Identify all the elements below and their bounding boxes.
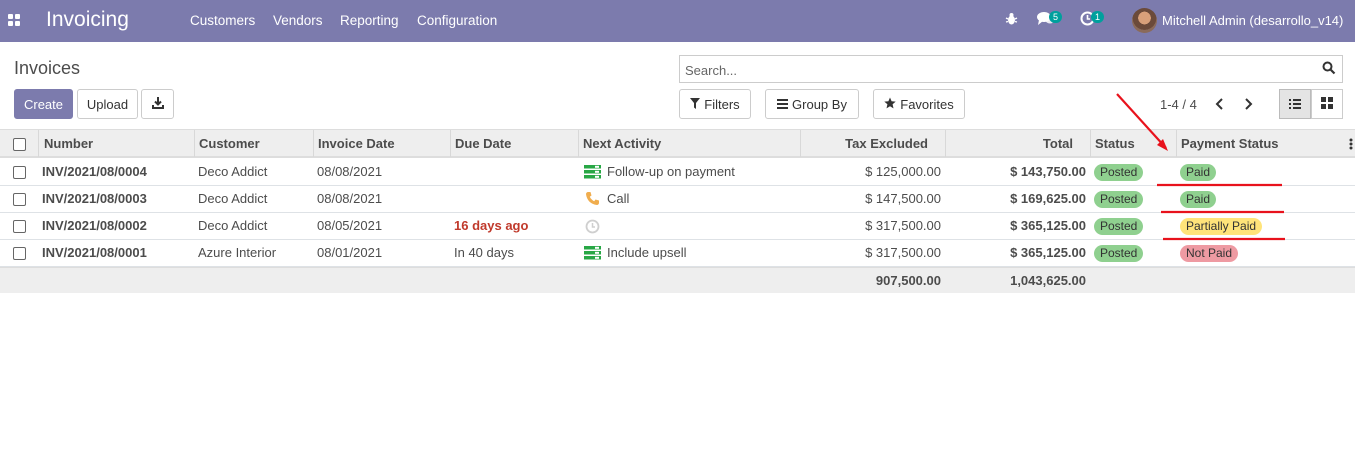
tax-excluded: $ 317,500.00 [865, 218, 941, 233]
apps-menu-icon[interactable] [8, 14, 20, 26]
filter-icon [690, 97, 701, 112]
col-invoice-date[interactable]: Invoice Date [318, 130, 395, 157]
star-icon [884, 97, 896, 112]
activity-bars-icon[interactable] [584, 246, 601, 263]
col-payment-status[interactable]: Payment Status [1181, 130, 1279, 157]
status-badge: Posted [1094, 218, 1144, 236]
invoice-date: 08/08/2021 [317, 191, 383, 206]
pager-value[interactable]: 1-4 / 4 [1160, 97, 1197, 112]
row-checkbox[interactable] [13, 193, 26, 206]
customer-name: Azure Interior [198, 245, 277, 260]
col-customer[interactable]: Customer [199, 130, 260, 157]
invoice-date: 08/08/2021 [317, 164, 383, 179]
search-input[interactable] [685, 61, 1305, 79]
invoice-date: 08/05/2021 [317, 218, 383, 233]
payment-status-badge: Paid [1180, 191, 1217, 209]
next-activity: Include upsell [607, 245, 687, 260]
groupby-label: Group By [792, 96, 847, 112]
total-sum: 1,043,625.00 [1010, 273, 1086, 288]
total-amount: $ 169,625.00 [1010, 191, 1086, 206]
tax-excluded: $ 125,000.00 [865, 164, 941, 179]
payment-status-badge: Paid [1180, 164, 1217, 182]
menu-configuration[interactable]: Configuration [417, 13, 497, 28]
status-badge: Posted [1094, 164, 1144, 182]
activity-phone-icon[interactable] [585, 191, 600, 209]
activity-bars-icon[interactable] [584, 165, 601, 182]
groupby-button[interactable]: Group By [765, 89, 859, 119]
payment-status-badge: Partially Paid [1180, 218, 1263, 236]
due-date: In 40 days [454, 245, 514, 260]
upload-button[interactable]: Upload [77, 89, 138, 119]
invoice-number: INV/2021/08/0002 [42, 218, 147, 233]
chevron-left-icon[interactable] [1215, 98, 1225, 113]
next-activity: Call [607, 191, 630, 206]
total-amount: $ 365,125.00 [1010, 218, 1086, 233]
bug-icon[interactable] [1005, 12, 1018, 29]
menu-vendors[interactable]: Vendors [273, 13, 323, 28]
table-row[interactable]: INV/2021/08/0001 Azure Interior 08/01/20… [0, 240, 1355, 267]
user-avatar[interactable] [1132, 8, 1157, 33]
tax-excluded: $ 317,500.00 [865, 245, 941, 260]
status-badge: Posted [1094, 191, 1144, 209]
tax-excluded-sum: 907,500.00 [875, 273, 941, 288]
col-status[interactable]: Status [1095, 130, 1135, 157]
col-next-activity[interactable]: Next Activity [583, 130, 661, 157]
due-date: 16 days ago [454, 218, 529, 233]
next-activity: Follow-up on payment [607, 164, 735, 179]
app-brand[interactable]: Invoicing [46, 8, 129, 32]
col-tax-excluded[interactable]: Tax Excluded [805, 130, 928, 157]
menu-reporting[interactable]: Reporting [340, 13, 399, 28]
customer-name: Deco Addict [198, 191, 268, 206]
page-title: Invoices [14, 58, 81, 78]
customer-name: Deco Addict [198, 164, 268, 179]
col-total[interactable]: Total [950, 130, 1073, 157]
table-row[interactable]: INV/2021/08/0004 Deco Addict 08/08/2021 … [0, 159, 1355, 186]
optional-columns-icon[interactable] [1349, 138, 1353, 153]
col-due-date[interactable]: Due Date [455, 130, 511, 157]
list-view-button[interactable] [1279, 89, 1311, 119]
kanban-view-icon [1321, 96, 1333, 112]
table-row[interactable]: INV/2021/08/0002 Deco Addict 08/05/2021 … [0, 213, 1355, 240]
kanban-view-button[interactable] [1311, 89, 1343, 119]
col-number[interactable]: Number [44, 130, 93, 157]
download-icon [151, 96, 164, 112]
list-view-icon [1289, 97, 1301, 112]
top-navbar: Invoicing Customers Vendors Reporting Co… [0, 0, 1355, 42]
menu-customers[interactable]: Customers [190, 13, 255, 28]
messages-count-badge: 5 [1049, 11, 1063, 23]
table-header: Number Customer Invoice Date Due Date Ne… [0, 129, 1355, 158]
activity-clock-icon[interactable] [585, 219, 600, 237]
filters-button[interactable]: Filters [679, 89, 751, 119]
customer-name: Deco Addict [198, 218, 268, 233]
favorites-label: Favorites [900, 96, 954, 112]
chevron-right-icon[interactable] [1243, 98, 1253, 113]
activities-count-badge: 1 [1091, 11, 1105, 23]
table-footer-totals: 907,500.00 1,043,625.00 [0, 267, 1355, 293]
create-button[interactable]: Create [14, 89, 73, 119]
row-checkbox[interactable] [13, 247, 26, 260]
payment-status-badge: Not Paid [1180, 245, 1239, 263]
search-icon[interactable] [1322, 61, 1336, 78]
search-box [679, 55, 1343, 83]
user-menu[interactable]: Mitchell Admin (desarrollo_v14) [1162, 13, 1343, 28]
row-checkbox[interactable] [13, 166, 26, 179]
list-bars-icon [777, 97, 789, 112]
invoice-number: INV/2021/08/0001 [42, 245, 147, 260]
status-badge: Posted [1094, 245, 1144, 263]
tax-excluded: $ 147,500.00 [865, 191, 941, 206]
download-button[interactable] [141, 89, 174, 119]
invoice-number: INV/2021/08/0004 [42, 164, 147, 179]
invoice-date: 08/01/2021 [317, 245, 383, 260]
filters-label: Filters [704, 96, 740, 112]
table-row[interactable]: INV/2021/08/0003 Deco Addict 08/08/2021 … [0, 186, 1355, 213]
total-amount: $ 365,125.00 [1010, 245, 1086, 260]
total-amount: $ 143,750.00 [1010, 164, 1086, 179]
invoice-number: INV/2021/08/0003 [42, 191, 147, 206]
row-checkbox[interactable] [13, 220, 26, 233]
select-all-checkbox[interactable] [13, 138, 26, 151]
favorites-button[interactable]: Favorites [873, 89, 965, 119]
